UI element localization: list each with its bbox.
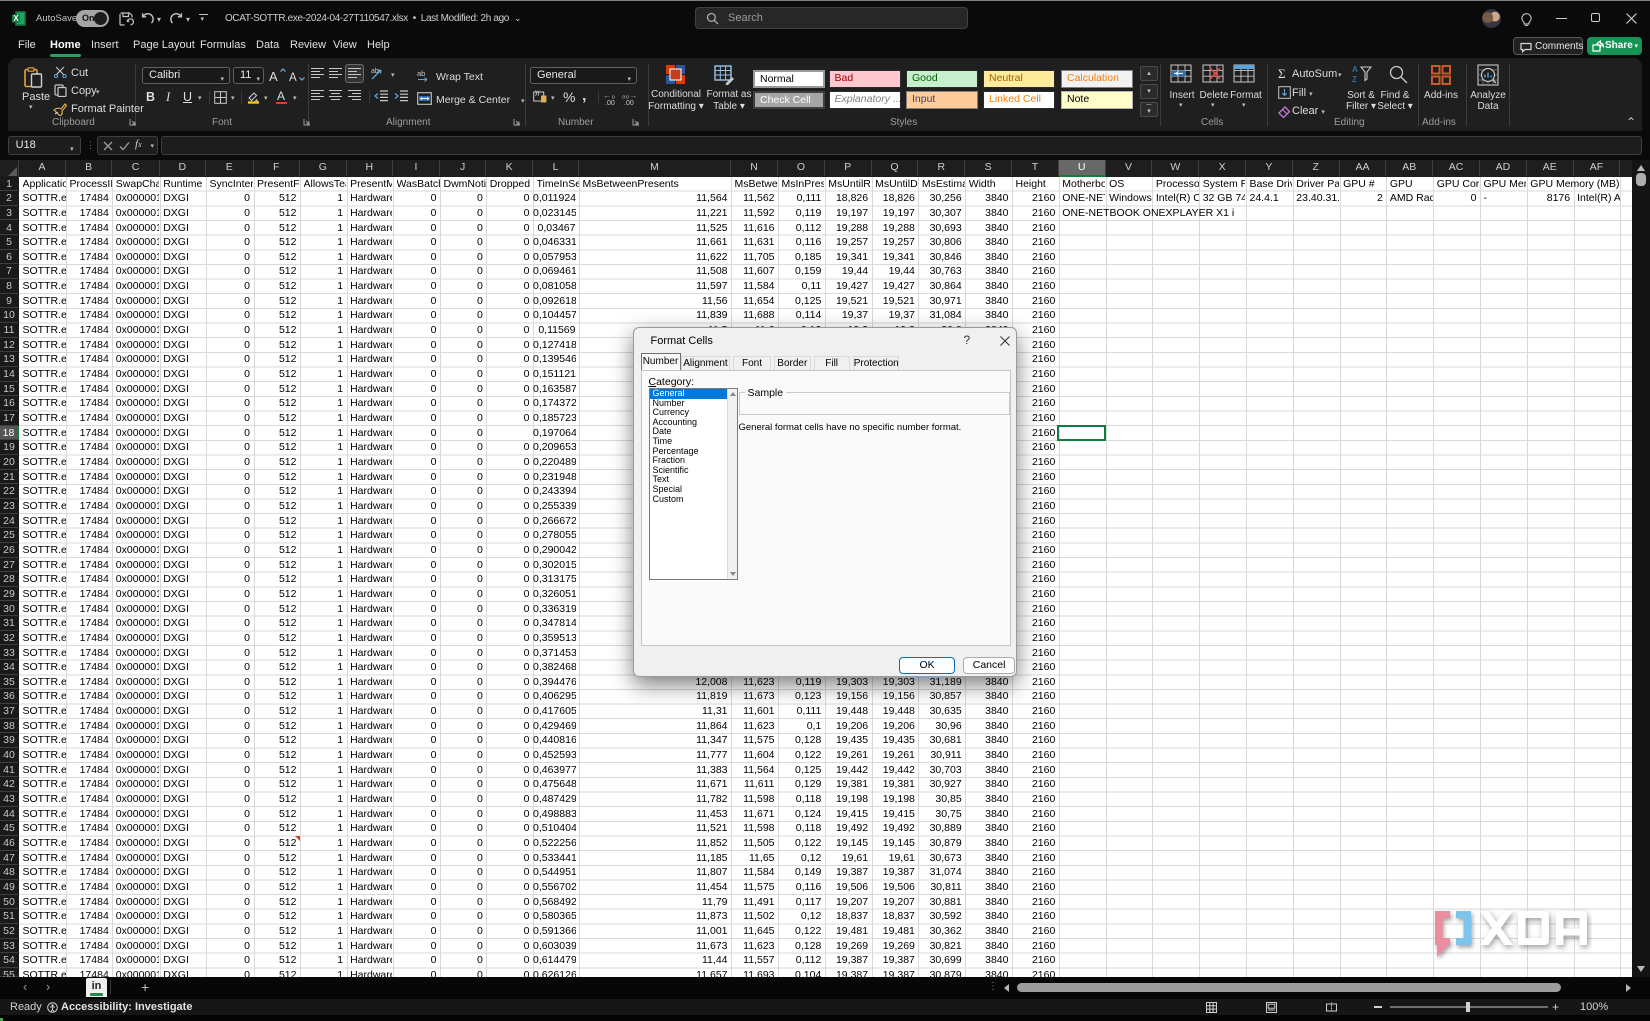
svg-text:A: A [269, 69, 278, 84]
svg-text:ab: ab [371, 68, 379, 75]
svg-text:A: A [1352, 65, 1358, 74]
svg-text:A: A [289, 72, 297, 84]
svg-text:X: X [13, 14, 19, 23]
svg-text:Z: Z [1352, 75, 1357, 84]
svg-text:ab: ab [417, 69, 425, 78]
